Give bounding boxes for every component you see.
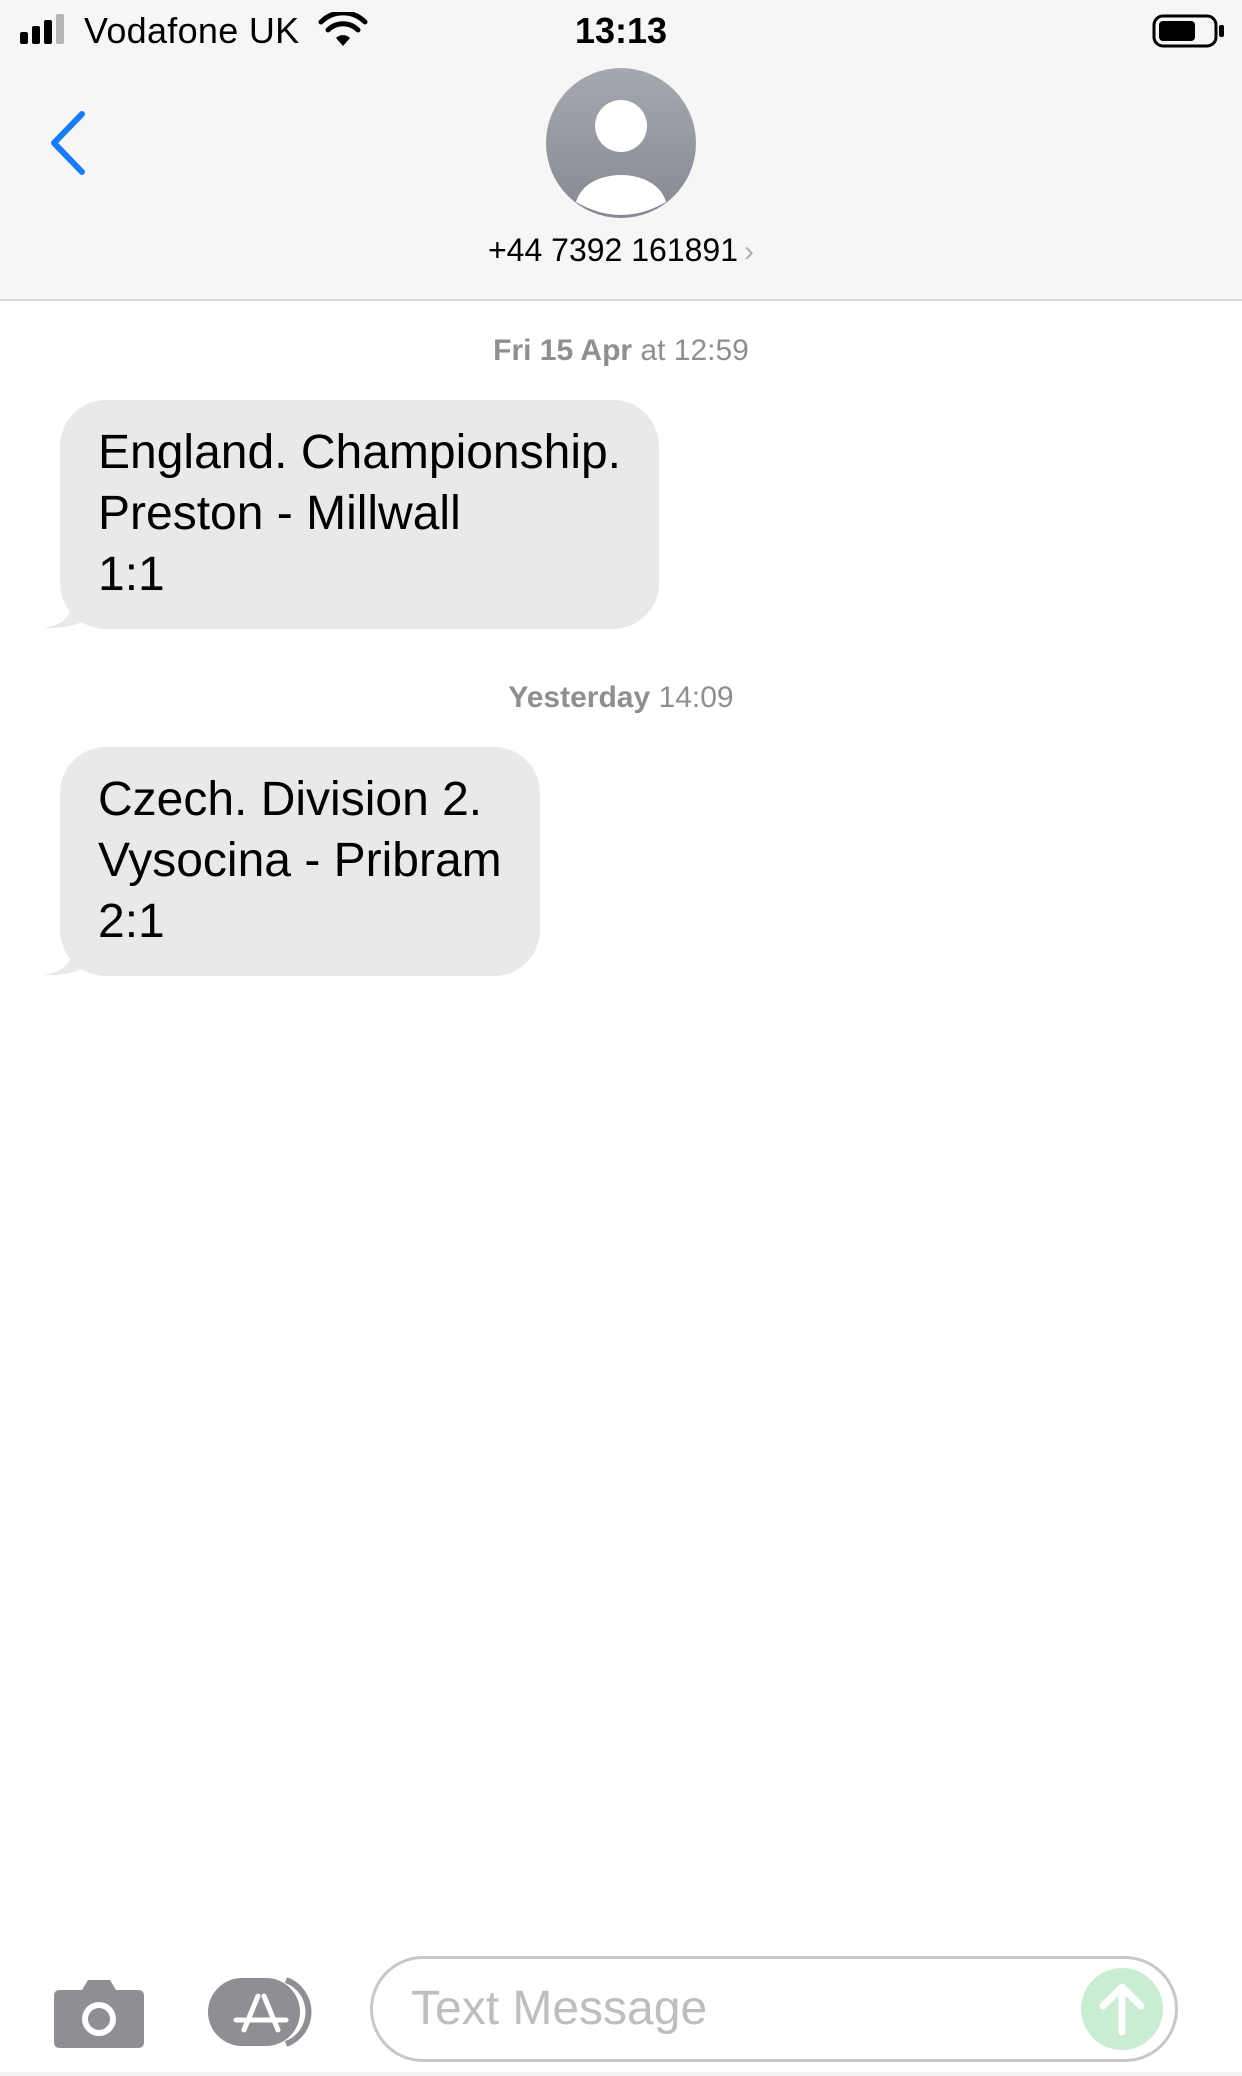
- contact-avatar[interactable]: [546, 68, 696, 218]
- message-bubble[interactable]: Czech. Division 2. Vysocina - Pribram 2:…: [40, 747, 540, 976]
- contact-title[interactable]: +44 7392 161891 ›: [0, 232, 1242, 269]
- send-arrow-icon: [1099, 1983, 1145, 2036]
- message-text-field[interactable]: Text Message: [370, 1956, 1178, 2062]
- send-button[interactable]: [1081, 1968, 1163, 2050]
- bottom-edge: [0, 2072, 1242, 2076]
- contact-number: +44 7392 161891: [487, 232, 739, 268]
- message-bubble[interactable]: England. Championship. Preston - Millwal…: [40, 400, 660, 629]
- conversation-header: Vodafone UK 13:13 +44 7392 161891 ›: [0, 0, 1242, 301]
- status-bar: Vodafone UK 13:13: [0, 0, 1242, 66]
- message-timestamp: Fri 15 Apr at 12:59: [493, 334, 749, 367]
- message-input-bar: Text Message: [0, 1944, 1242, 2076]
- message-text: England. Championship. Preston - Millwal…: [60, 400, 660, 629]
- back-chevron-icon[interactable]: [46, 108, 90, 178]
- battery-icon: [1152, 14, 1224, 48]
- message-timestamp: Yesterday 14:09: [508, 681, 734, 714]
- camera-icon[interactable]: [52, 1976, 146, 2050]
- status-time: 13:13: [574, 10, 668, 51]
- app-store-icon[interactable]: [206, 1974, 320, 2050]
- person-avatar-icon: [576, 100, 666, 215]
- chevron-right-icon: ›: [744, 235, 755, 268]
- message-text: Czech. Division 2. Vysocina - Pribram 2:…: [60, 747, 540, 976]
- text-field-placeholder: Text Message: [411, 1982, 708, 2035]
